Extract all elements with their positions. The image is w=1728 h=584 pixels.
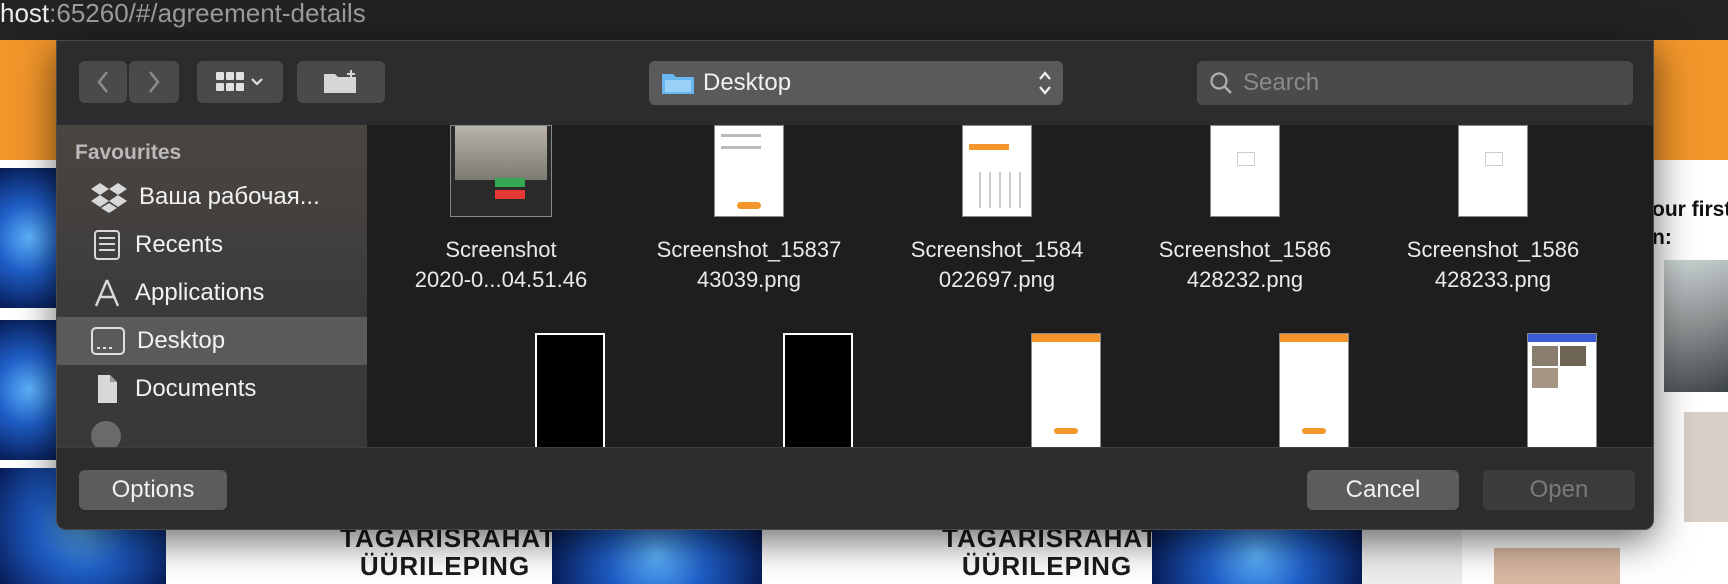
file-thumbnail[interactable] <box>535 333 605 447</box>
page-heading-fragment: our first n: <box>1652 198 1728 249</box>
location-label: Desktop <box>703 69 792 96</box>
back-button[interactable] <box>79 61 127 103</box>
recents-icon <box>94 230 120 260</box>
location-popup[interactable]: Desktop <box>649 61 1063 105</box>
meme-blank <box>762 524 942 584</box>
dialog-toolbar: Desktop <box>57 41 1653 125</box>
file-item[interactable]: Screenshot_1586 428232.png <box>1135 125 1355 295</box>
brain-image <box>1152 524 1362 584</box>
dialog-button-bar: Options Cancel Open <box>57 447 1653 529</box>
file-name: Screenshot_1584 022697.png <box>910 237 1084 292</box>
url-host: host <box>0 0 50 28</box>
brain-image <box>0 168 60 308</box>
file-item[interactable]: Screenshot_1586 428233.png <box>1383 125 1603 295</box>
meme-caption: TAGARISRAHATA ÜÜRILEPING <box>942 524 1175 584</box>
file-name: Screenshot 2020-0...04.51.46 <box>414 237 588 292</box>
new-folder-icon <box>324 70 356 93</box>
chevron-down-icon <box>251 78 263 86</box>
file-item[interactable]: Screenshot 2020-0...04.51.46 <box>391 125 611 295</box>
file-item[interactable]: Screenshot_1584 022697.png <box>887 125 1107 295</box>
meme-blank <box>1362 524 1462 584</box>
grid-icon <box>216 72 244 91</box>
forward-button[interactable] <box>129 61 179 103</box>
file-thumbnail <box>1210 125 1280 217</box>
sidebar-item-icon-partial <box>91 421 121 447</box>
search-field[interactable] <box>1197 61 1633 105</box>
sidebar-heading: Favourites <box>75 141 182 164</box>
photo-thumbnail <box>1494 548 1620 584</box>
sidebar-item-recents[interactable]: Recents <box>57 221 367 269</box>
sidebar-item-desktop[interactable]: Desktop <box>57 317 367 365</box>
search-icon <box>1210 72 1232 94</box>
options-button[interactable]: Options <box>79 470 227 510</box>
file-thumbnail <box>1458 125 1528 217</box>
file-thumbnail[interactable] <box>1279 333 1349 447</box>
updown-chevron-icon <box>1039 71 1051 95</box>
sidebar-item-documents[interactable]: Documents <box>57 365 367 413</box>
documents-icon <box>98 375 117 403</box>
chevron-left-icon <box>97 71 108 93</box>
file-name: Screenshot_1586 428232.png <box>1158 237 1332 292</box>
cancel-button[interactable]: Cancel <box>1307 470 1459 510</box>
file-item[interactable]: Screenshot_15837 43039.png <box>639 125 859 295</box>
file-thumbnail <box>714 125 784 217</box>
view-mode-button[interactable] <box>197 61 283 103</box>
meme-caption: TAGARISRAHATA ÜÜRILEPING <box>340 524 573 584</box>
sidebar-item-applications[interactable]: Applications <box>57 269 367 317</box>
browser-url-bar[interactable]: host:65260/#/agreement-details <box>0 0 1728 40</box>
folder-icon <box>662 74 694 94</box>
file-thumbnail <box>450 125 552 217</box>
photo-thumbnail <box>1664 260 1728 392</box>
new-folder-button[interactable] <box>297 61 385 103</box>
brain-image <box>0 320 60 460</box>
desktop-icon <box>91 327 125 355</box>
file-thumbnail <box>962 125 1032 217</box>
applications-icon <box>94 279 120 307</box>
sidebar: Favourites Ваша рабочая... Recents Appli… <box>57 125 367 447</box>
chevron-right-icon <box>149 71 160 93</box>
dropbox-icon <box>91 183 127 213</box>
file-thumbnail[interactable] <box>783 333 853 447</box>
file-thumbnail[interactable] <box>1031 333 1101 447</box>
search-input[interactable] <box>1243 69 1623 97</box>
photo-thumbnail <box>1684 412 1728 522</box>
open-button[interactable]: Open <box>1483 470 1635 510</box>
url-path: :65260/#/agreement-details <box>49 0 366 28</box>
file-name: Screenshot_1586 428233.png <box>1406 237 1580 292</box>
file-open-dialog: Desktop Favourites Ваша рабочая... Recen… <box>56 40 1654 530</box>
file-name: Screenshot_15837 43039.png <box>656 237 842 292</box>
brain-image <box>552 524 762 584</box>
sidebar-item-dropbox[interactable]: Ваша рабочая... <box>57 173 367 221</box>
file-thumbnail[interactable] <box>1527 333 1597 447</box>
file-browser: Screenshot 2020-0...04.51.46 Screenshot_1… <box>367 125 1653 447</box>
